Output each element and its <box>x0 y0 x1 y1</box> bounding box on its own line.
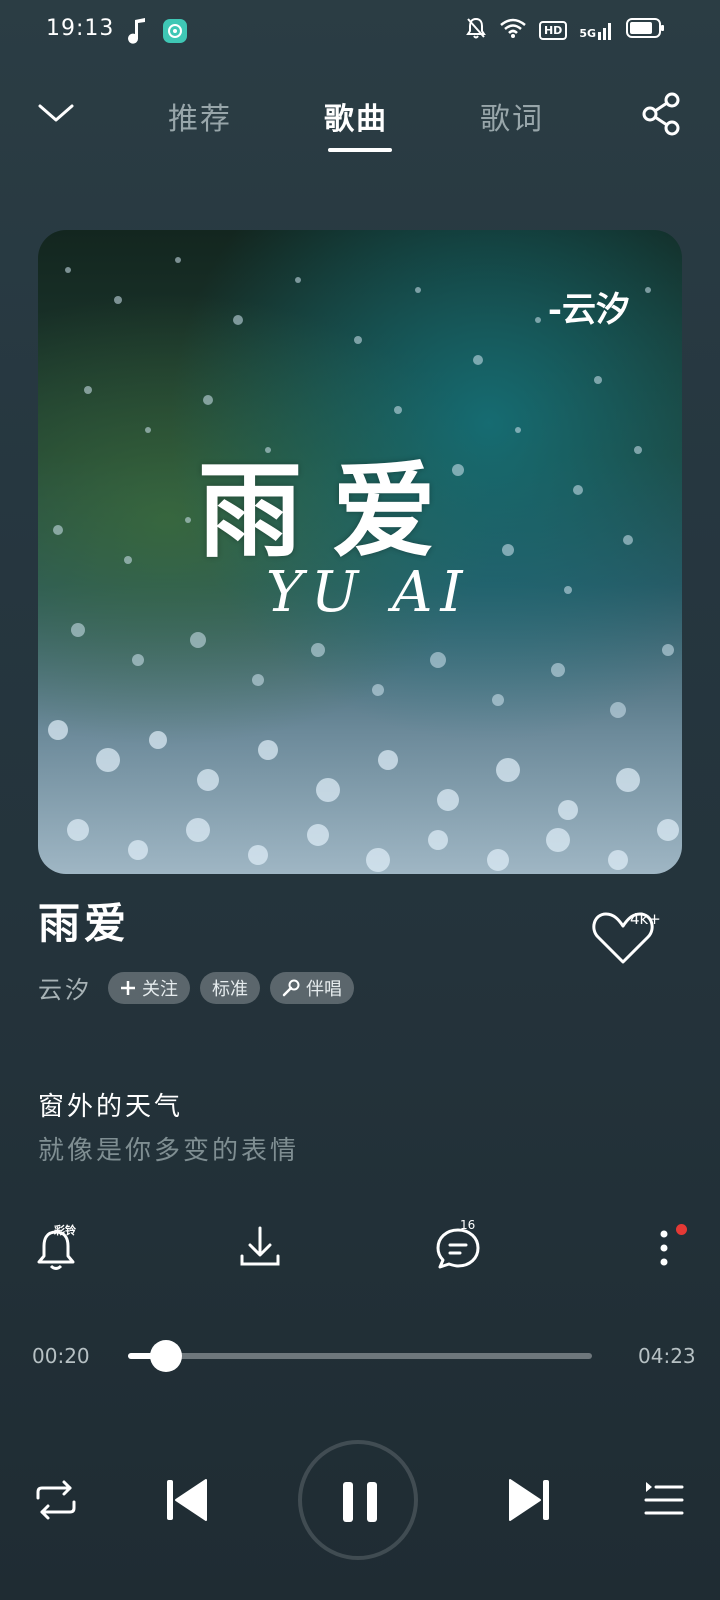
quality-button[interactable]: 标准 <box>200 971 260 1004</box>
skip-next-icon <box>509 1479 549 1521</box>
lyric-current-line[interactable]: 窗外的天气 <box>38 1086 183 1123</box>
current-time: 00:20 <box>32 1344 90 1368</box>
download-icon <box>240 1226 280 1266</box>
top-nav: 推荐 歌曲 歌词 <box>0 84 720 164</box>
hd-badge: HD <box>538 20 568 40</box>
music-note-icon <box>126 18 148 48</box>
ringtone-label: 彩铃 <box>54 1224 76 1237</box>
artist-row: 云汐 关注 标准 伴唱 <box>38 970 354 1005</box>
comment-count: 16 <box>460 1218 476 1232</box>
status-right-icons: HD 5G <box>465 16 666 44</box>
mute-bell-icon <box>465 16 487 44</box>
song-title: 雨爱 <box>38 899 131 948</box>
status-time: 19:13 <box>46 16 115 41</box>
download-button[interactable] <box>230 1218 290 1278</box>
tab-recommend[interactable]: 推荐 <box>168 94 232 138</box>
progress-thumb[interactable] <box>150 1340 182 1372</box>
like-count: 4k+ <box>630 910 661 928</box>
status-left-icons <box>126 18 188 48</box>
repeat-mode-button[interactable] <box>26 1470 86 1530</box>
album-art[interactable]: -云汐 雨爱 YU AI <box>38 230 682 874</box>
app-badge-icon <box>162 18 188 48</box>
tab-song[interactable]: 歌曲 <box>324 94 388 138</box>
karaoke-button[interactable]: 伴唱 <box>270 971 354 1004</box>
wifi-icon <box>499 17 527 43</box>
collapse-button[interactable] <box>34 92 78 136</box>
previous-track-button[interactable] <box>158 1470 218 1530</box>
pause-icon-bar[interactable] <box>367 1482 377 1522</box>
quality-label: 标准 <box>212 978 248 1000</box>
network-label: 5G <box>579 27 596 40</box>
follow-label: 关注 <box>142 978 178 1000</box>
comment-button[interactable] <box>428 1218 488 1278</box>
notification-dot <box>676 1224 687 1235</box>
chevron-down-icon <box>38 104 74 122</box>
pause-icon[interactable] <box>343 1482 353 1522</box>
share-button[interactable] <box>640 92 684 136</box>
skip-previous-icon <box>167 1479 207 1521</box>
tab-lyrics[interactable]: 歌词 <box>480 94 544 138</box>
microphone-icon <box>282 979 300 996</box>
next-track-button[interactable] <box>498 1470 558 1530</box>
playlist-icon <box>644 1482 684 1515</box>
share-icon <box>642 92 680 136</box>
plus-icon <box>121 980 135 995</box>
album-art-author: -云汐 <box>547 290 630 330</box>
battery-icon <box>626 17 666 43</box>
playlist-button[interactable] <box>634 1470 694 1530</box>
karaoke-label: 伴唱 <box>306 978 342 1000</box>
active-tab-indicator <box>328 148 392 152</box>
artist-name[interactable]: 云汐 <box>38 970 92 1005</box>
progress-track[interactable] <box>128 1353 592 1359</box>
lyric-next-line[interactable]: 就像是你多变的表情 <box>38 1130 299 1167</box>
follow-button[interactable]: 关注 <box>108 971 190 1004</box>
comment-icon <box>436 1228 480 1269</box>
album-art-title: 雨爱 <box>198 449 467 572</box>
repeat-icon <box>36 1480 76 1520</box>
album-art-subtitle: YU AI <box>266 560 471 625</box>
play-pause-ring[interactable] <box>298 1440 418 1560</box>
signal-5g-icon: 5G <box>579 20 614 40</box>
total-time: 04:23 <box>638 1344 696 1368</box>
